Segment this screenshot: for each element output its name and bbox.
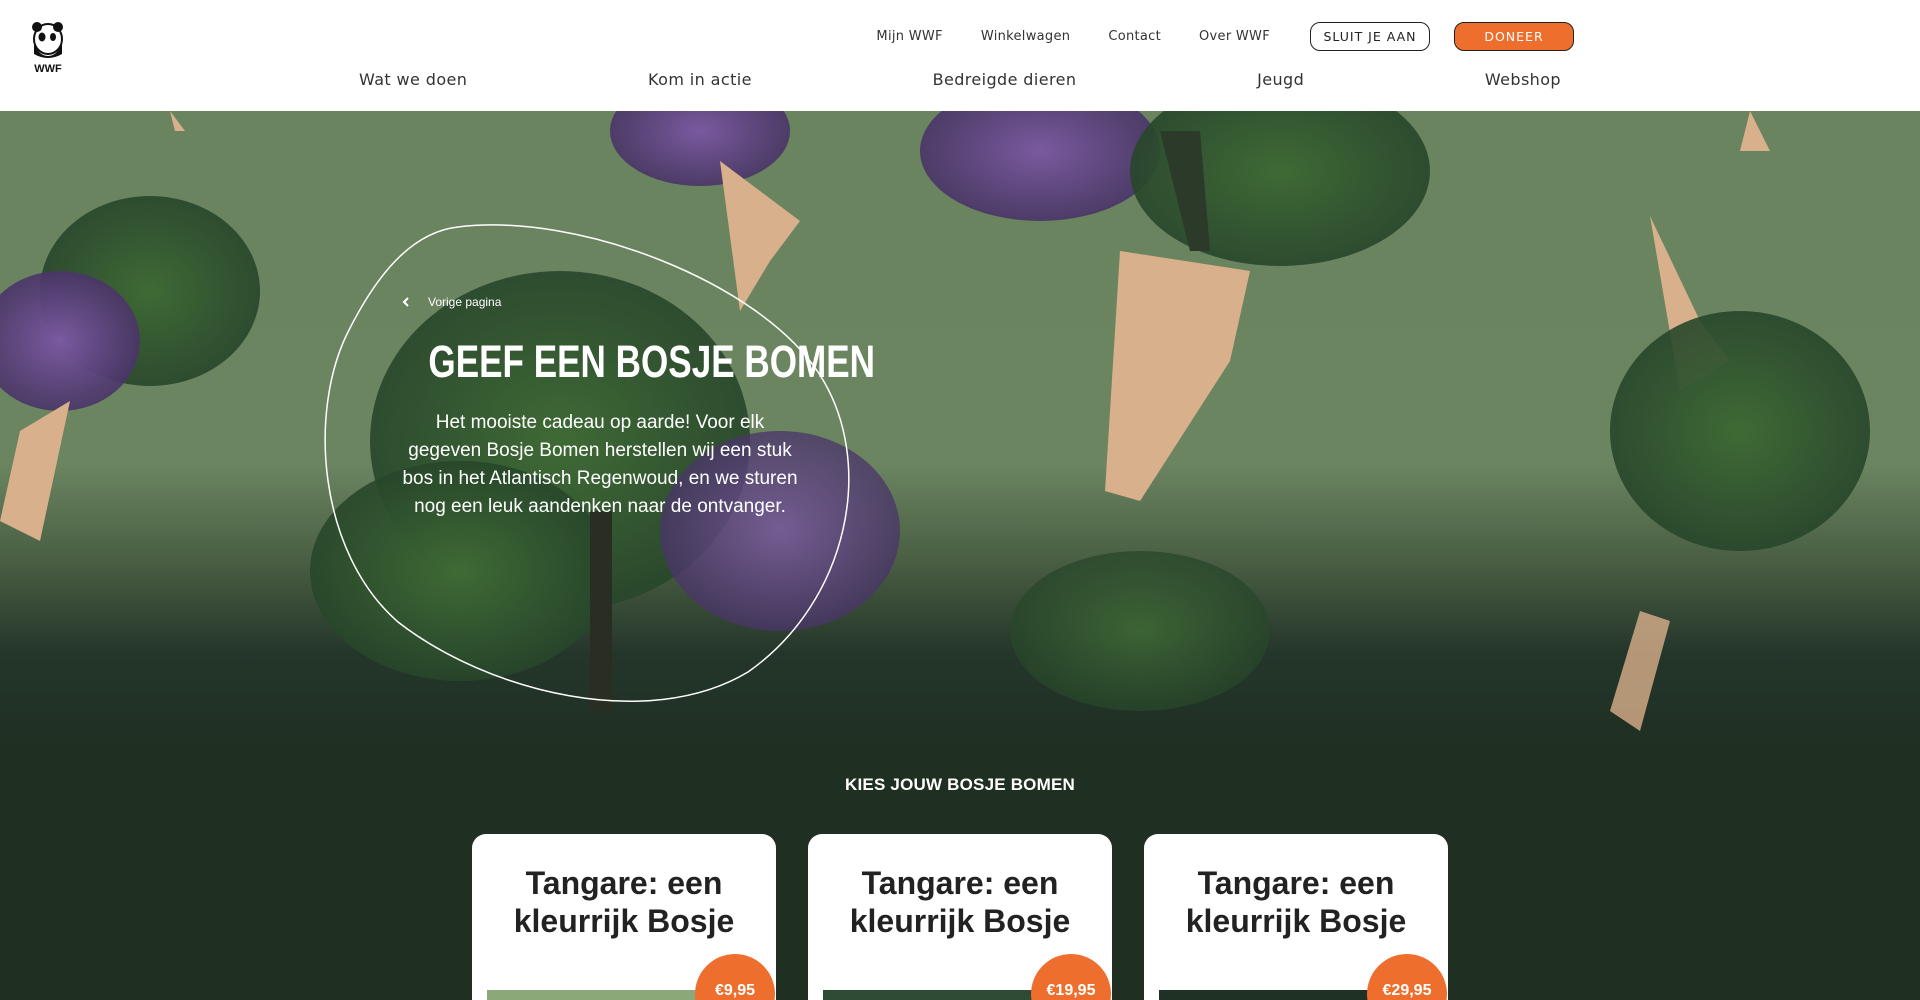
hero-section: Vorige pagina GEEF EEN BOSJE BOMEN Het m…: [0, 111, 1920, 751]
donate-button[interactable]: DONEER: [1454, 22, 1574, 51]
nav-link-mijn-wwf[interactable]: Mijn WWF: [876, 29, 942, 44]
main-nav-wat-we-doen[interactable]: Wat we doen: [359, 70, 467, 89]
wwf-panda-logo[interactable]: WWF: [28, 20, 68, 75]
price-badge: €29,95: [1367, 954, 1447, 1000]
hero-title: GEEF EEN BOSJE BOMEN: [428, 336, 876, 387]
back-link-label: Vorige pagina: [428, 295, 502, 309]
product-card[interactable]: Tangare: een kleurrijk Bosje €19,95: [808, 834, 1112, 1000]
product-title: Tangare: een kleurrijk Bosje: [513, 865, 735, 939]
join-button[interactable]: SLUIT JE AAN: [1310, 22, 1430, 51]
main-nav-webshop[interactable]: Webshop: [1485, 70, 1561, 89]
main-nav-kom-in-actie[interactable]: Kom in actie: [648, 70, 752, 89]
product-title: Tangare: een kleurrijk Bosje: [1185, 865, 1407, 939]
main-nav: Wat we doen Kom in actie Bedreigde diere…: [359, 70, 1561, 89]
nav-link-winkelwagen[interactable]: Winkelwagen: [981, 29, 1070, 44]
site-header: WWF Mijn WWF Winkelwagen Contact Over WW…: [0, 0, 1920, 111]
svg-text:WWF: WWF: [34, 63, 62, 74]
main-nav-jeugd[interactable]: Jeugd: [1257, 70, 1304, 89]
hero-description: Het mooiste cadeau op aarde! Voor elk ge…: [402, 412, 798, 517]
back-link[interactable]: Vorige pagina: [400, 295, 501, 309]
nav-link-over-wwf[interactable]: Over WWF: [1199, 29, 1270, 44]
price-badge: €9,95: [695, 954, 775, 1000]
chevron-left-icon: [402, 297, 409, 307]
product-card[interactable]: Tangare: een kleurrijk Bosje €29,95: [1144, 834, 1448, 1000]
product-title: Tangare: een kleurrijk Bosje: [849, 865, 1071, 939]
main-nav-bedreigde-dieren[interactable]: Bedreigde dieren: [933, 70, 1077, 89]
products-heading: KIES JOUW BOSJE BOMEN: [845, 775, 1075, 794]
price-badge: €19,95: [1031, 954, 1111, 1000]
tree-bouquet-illustrations: [0, 111, 1870, 731]
utility-nav: Mijn WWF Winkelwagen Contact Over WWF SL…: [838, 22, 1574, 51]
product-card[interactable]: Tangare: een kleurrijk Bosje €9,95: [472, 834, 776, 1000]
nav-link-contact[interactable]: Contact: [1108, 29, 1161, 44]
